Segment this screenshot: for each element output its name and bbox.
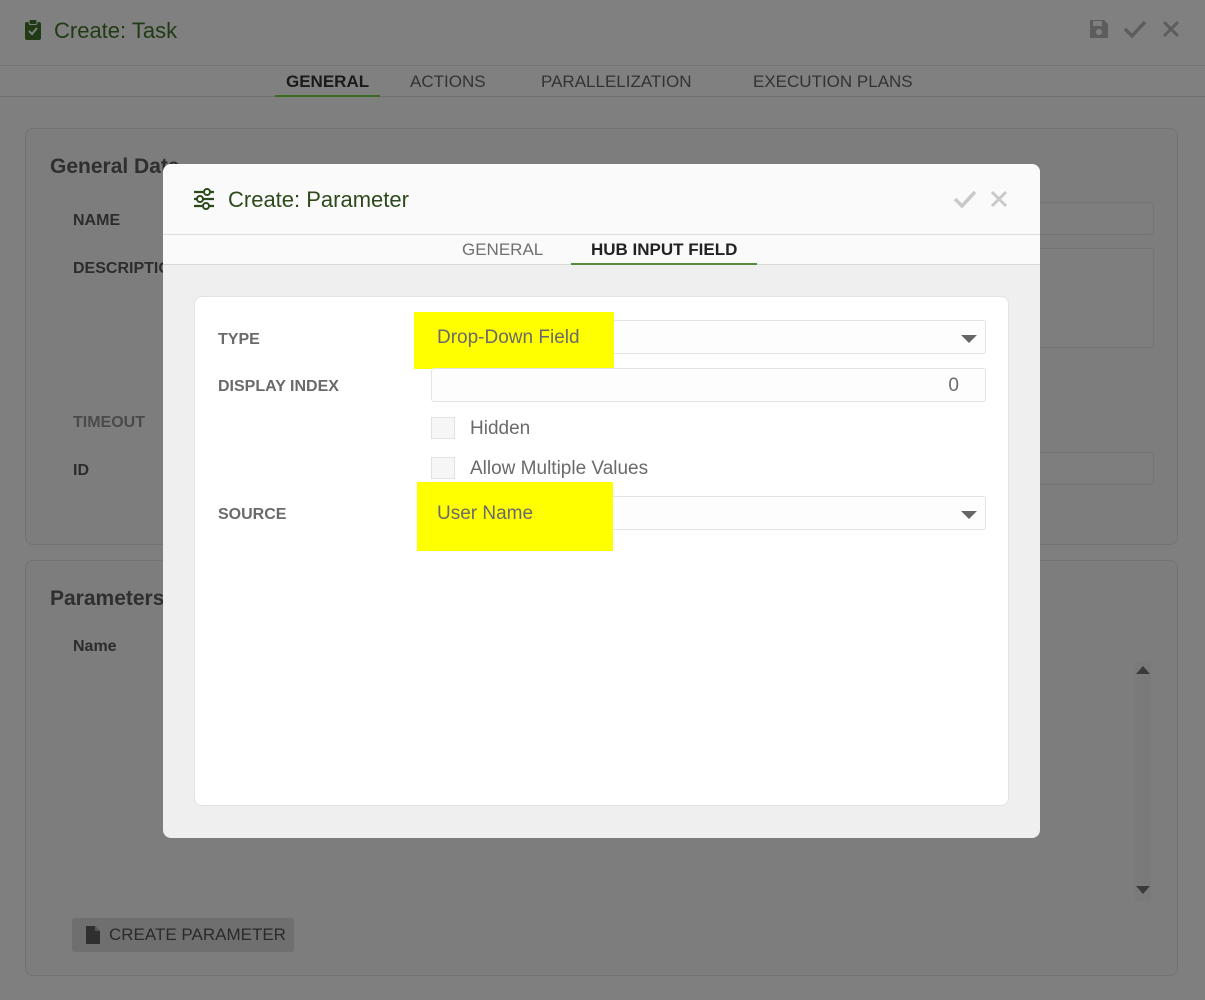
page-header: Create: Task (0, 0, 1205, 66)
allow-multiple-checkbox-label: Allow Multiple Values (470, 458, 649, 479)
scroll-up-icon[interactable] (1135, 664, 1151, 676)
display-index-input[interactable]: 0 (431, 368, 986, 402)
create-parameter-label: CREATE PARAMETER (109, 925, 286, 944)
dialog-title: Create: Parameter (228, 187, 409, 212)
type-select-value: Drop-Down Field (437, 327, 580, 348)
sliders-icon (194, 188, 214, 210)
file-icon (86, 926, 100, 944)
name-label: NAME (73, 212, 121, 229)
chevron-down-icon (961, 335, 977, 343)
tab-execution-plans[interactable]: EXECUTION PLANS (742, 72, 924, 97)
general-data-title: General Data (50, 155, 180, 178)
description-input[interactable] (1036, 248, 1154, 348)
hub-input-form: TYPE Drop-Down Field DISPLAY INDEX 0 Hid… (194, 296, 1009, 806)
dialog-close-icon[interactable] (986, 186, 1012, 212)
parameters-title: Parameters (50, 587, 165, 610)
column-header-name: Name (73, 638, 117, 655)
confirm-check-icon[interactable] (952, 186, 978, 212)
chevron-down-icon (961, 511, 977, 519)
name-input[interactable] (1036, 202, 1154, 235)
source-select-value: User Name (437, 503, 534, 524)
source-label: SOURCE (218, 506, 287, 523)
page-tabs: GENERAL ACTIONS PARALLELIZATION EXECUTIO… (0, 66, 1205, 97)
allow-multiple-checkbox[interactable] (431, 457, 455, 479)
display-index-value: 0 (948, 375, 959, 396)
close-icon[interactable] (1159, 16, 1183, 42)
display-index-label: DISPLAY INDEX (218, 378, 339, 395)
scroll-down-icon[interactable] (1135, 884, 1151, 896)
tab-actions[interactable]: ACTIONS (399, 72, 497, 97)
dialog-tab-general[interactable]: GENERAL (442, 240, 563, 265)
page-title: Create: Task (54, 18, 178, 43)
source-select[interactable]: User Name (417, 482, 986, 551)
clipboard-icon (25, 19, 41, 40)
type-select[interactable]: Drop-Down Field (414, 312, 986, 369)
tab-general[interactable]: GENERAL (275, 72, 381, 97)
tab-parallelization[interactable]: PARALLELIZATION (530, 72, 703, 97)
dialog-header: Create: Parameter (163, 164, 1040, 235)
type-label: TYPE (218, 331, 260, 348)
scrollbar[interactable] (1135, 661, 1151, 901)
create-parameter-dialog: Create: Parameter GENERAL HUB INPUT FIEL… (163, 164, 1040, 838)
dialog-tabs: GENERAL HUB INPUT FIELD (163, 235, 1040, 265)
hidden-checkbox-label: Hidden (470, 418, 531, 439)
id-input[interactable] (1036, 452, 1154, 485)
timeout-label: TIMEOUT (73, 414, 145, 431)
check-icon[interactable] (1123, 16, 1147, 42)
dialog-tab-hub-input-field[interactable]: HUB INPUT FIELD (571, 240, 758, 265)
save-icon[interactable] (1087, 16, 1111, 42)
create-parameter-button[interactable]: CREATE PARAMETER (72, 918, 294, 952)
id-label: ID (73, 462, 89, 479)
hidden-checkbox[interactable] (431, 417, 455, 439)
